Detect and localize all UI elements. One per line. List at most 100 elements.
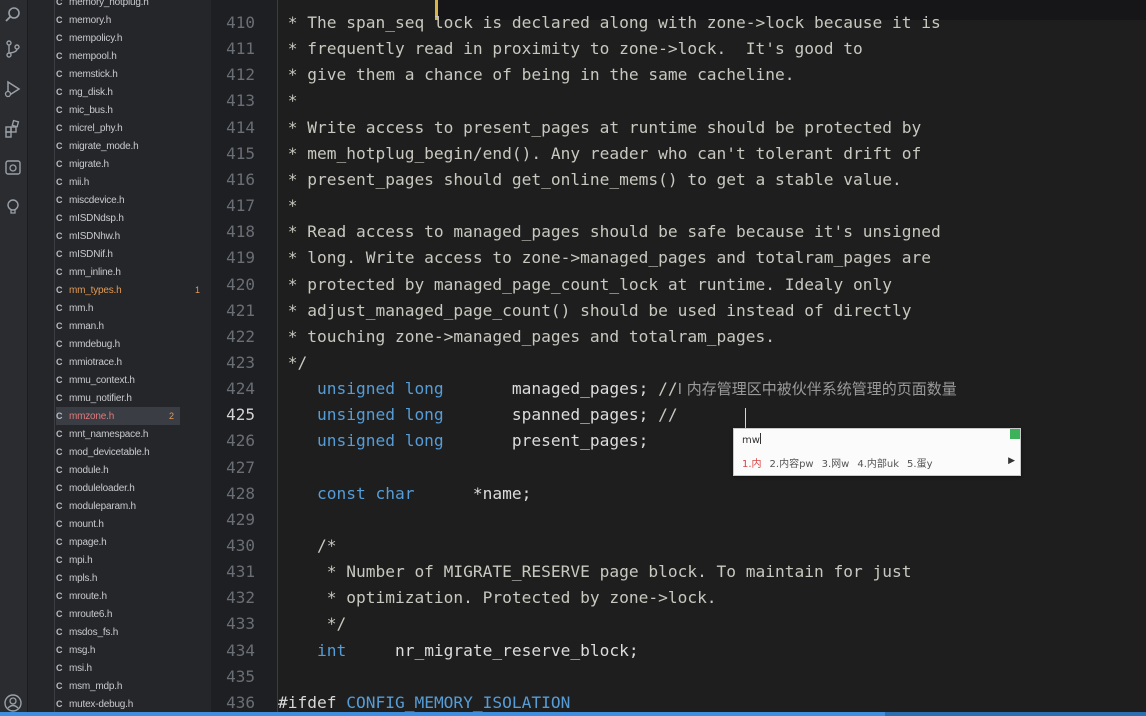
ime-candidate[interactable]: 4.内部uk	[857, 455, 899, 470]
file-item[interactable]: CmISDNhw.h	[56, 227, 206, 245]
file-item[interactable]: Cmemory_hotplug.h	[56, 0, 206, 11]
file-item[interactable]: Cmsdos_fs.h	[56, 623, 206, 641]
run-debug-icon[interactable]	[2, 78, 24, 100]
file-item[interactable]: Cmroute6.h	[56, 605, 206, 623]
code-comment: /*	[278, 536, 337, 555]
file-item[interactable]: Cmmu_notifier.h	[56, 389, 206, 407]
c-header-file-icon: C	[56, 555, 63, 565]
file-item[interactable]: Cmm_inline.h	[56, 263, 206, 281]
code-line[interactable]: * Write access to present_pages at runti…	[278, 115, 921, 141]
tree-indent-guide	[54, 0, 55, 716]
code-line[interactable]: * optimization. Protected by zone->lock.	[278, 585, 717, 611]
lightbulb-icon[interactable]	[2, 196, 24, 218]
file-item[interactable]: Cmigrate.h	[56, 155, 206, 173]
file-item[interactable]: Cmigrate_mode.h	[56, 137, 206, 155]
file-item[interactable]: Cmmiotrace.h	[56, 353, 206, 371]
code-comment: * Read access to managed_pages should be…	[278, 222, 941, 241]
code-line[interactable]: * The span_seq lock is declared along wi…	[278, 10, 941, 36]
code-line[interactable]: * Number of MIGRATE_RESERVE page block. …	[278, 559, 912, 585]
code-line[interactable]: unsigned long managed_pages; //I 内存管理区中被…	[278, 376, 957, 402]
file-item[interactable]: CmISDNif.h	[56, 245, 206, 263]
code-line[interactable]: * adjust_managed_page_count() should be …	[278, 298, 912, 324]
code-line[interactable]: * frequently read in proximity to zone->…	[278, 36, 863, 62]
file-item[interactable]: Cmman.h	[56, 317, 206, 335]
file-item[interactable]: CmISDNdsp.h	[56, 209, 206, 227]
file-item[interactable]: Cmodule.h	[56, 461, 206, 479]
code-line[interactable]: * Read access to managed_pages should be…	[278, 219, 941, 245]
code-line[interactable]: const char *name;	[278, 481, 531, 507]
code-line[interactable]: * mem_hotplug_begin/end(). Any reader wh…	[278, 141, 921, 167]
code-line[interactable]: */	[278, 611, 347, 637]
line-number: 414	[226, 118, 255, 137]
file-item[interactable]: Cmm.h	[56, 299, 206, 317]
ime-candidate[interactable]: 5.蛋y	[907, 455, 932, 470]
file-item[interactable]: Cmm_types.h 1	[56, 281, 206, 299]
file-item[interactable]: Cmempolicy.h	[56, 29, 206, 47]
code-editor[interactable]: * The span_seq lock is declared along wi…	[278, 0, 1146, 712]
line-number: 432	[226, 588, 255, 607]
ime-next-page-icon[interactable]: ▶	[1008, 456, 1015, 466]
code-line[interactable]: unsigned long present_pages;	[278, 428, 648, 454]
file-item[interactable]: Cmmzone.h 2	[56, 407, 180, 425]
c-header-file-icon: C	[56, 519, 63, 529]
ime-candidate-popup[interactable]: mw 1.内 2.内容pw 3.网w 4.内部uk 5.蛋y ▶	[733, 428, 1021, 476]
file-item-label: mISDNdsp.h	[69, 212, 124, 224]
file-item-label: mmdebug.h	[69, 338, 121, 350]
ime-candidate[interactable]: 2.内容pw	[770, 455, 814, 470]
code-line[interactable]: unsigned long spanned_pages; //	[278, 402, 678, 428]
ime-candidate[interactable]: 3.网w	[822, 455, 850, 470]
c-header-file-icon: C	[56, 87, 63, 97]
code-line[interactable]: * present_pages should get_online_mems()…	[278, 167, 902, 193]
file-item[interactable]: Cmiscdevice.h	[56, 191, 206, 209]
code-line[interactable]: #ifdef CONFIG_MEMORY_ISOLATION	[278, 690, 570, 712]
code-line[interactable]: * long. Write access to zone->managed_pa…	[278, 245, 931, 271]
file-item[interactable]: Cmemory.h	[56, 11, 206, 29]
file-item[interactable]: Cmemstick.h	[56, 65, 206, 83]
file-item[interactable]: Cmsm_mdp.h	[56, 677, 206, 695]
file-item-label: mISDNif.h	[69, 248, 113, 260]
file-item[interactable]: Cmmdebug.h	[56, 335, 206, 353]
file-item[interactable]: Cmoduleloader.h	[56, 479, 206, 497]
ime-candidate[interactable]: 1.内	[742, 455, 762, 470]
file-item[interactable]: Cmicrel_phy.h	[56, 119, 206, 137]
file-item[interactable]: Cmoduleparam.h	[56, 497, 206, 515]
c-header-file-icon: C	[56, 159, 63, 169]
file-item-label: migrate.h	[69, 158, 109, 170]
file-item-label: mISDNhw.h	[69, 230, 120, 242]
file-item[interactable]: Cmmu_context.h	[56, 371, 206, 389]
file-item[interactable]: Cmic_bus.h	[56, 101, 206, 119]
code-line[interactable]: * touching zone->managed_pages and total…	[278, 324, 775, 350]
source-control-icon[interactable]	[2, 38, 24, 60]
file-item[interactable]: Cmnt_namespace.h	[56, 425, 206, 443]
account-icon[interactable]	[2, 692, 24, 714]
code-line[interactable]: * give them a chance of being in the sam…	[278, 62, 795, 88]
file-item[interactable]: Cmutex-debug.h	[56, 695, 206, 713]
file-item-label: mnt_namespace.h	[69, 428, 149, 440]
line-number: 435	[226, 667, 255, 686]
file-item-label: msg.h	[69, 644, 96, 656]
text-cursor	[745, 408, 746, 428]
code-line[interactable]: /*	[278, 533, 337, 559]
file-item[interactable]: Cmsi.h	[56, 659, 206, 677]
file-item[interactable]: Cmroute.h	[56, 587, 206, 605]
file-item[interactable]: Cmsg.h	[56, 641, 206, 659]
extensions-icon[interactable]	[2, 118, 24, 140]
file-item[interactable]: Cmpls.h	[56, 569, 206, 587]
file-item[interactable]: Cmempool.h	[56, 47, 206, 65]
code-line[interactable]: int nr_migrate_reserve_block;	[278, 638, 639, 664]
code-line[interactable]: * protected by managed_page_count_lock a…	[278, 272, 892, 298]
line-number: 413	[226, 91, 255, 110]
file-item[interactable]: Cmg_disk.h	[56, 83, 206, 101]
remote-explorer-icon[interactable]	[2, 157, 24, 179]
file-item[interactable]: Cmii.h	[56, 173, 206, 191]
code-comment: * touching zone->managed_pages and total…	[278, 327, 776, 346]
c-header-file-icon: C	[56, 447, 63, 457]
code-line[interactable]: *	[278, 193, 298, 219]
file-item[interactable]: Cmpage.h	[56, 533, 206, 551]
file-item[interactable]: Cmod_devicetable.h	[56, 443, 206, 461]
code-line[interactable]: */	[278, 350, 308, 376]
search-icon[interactable]	[2, 4, 24, 26]
code-line[interactable]: *	[278, 88, 298, 114]
file-item[interactable]: Cmount.h	[56, 515, 206, 533]
file-item[interactable]: Cmpi.h	[56, 551, 206, 569]
